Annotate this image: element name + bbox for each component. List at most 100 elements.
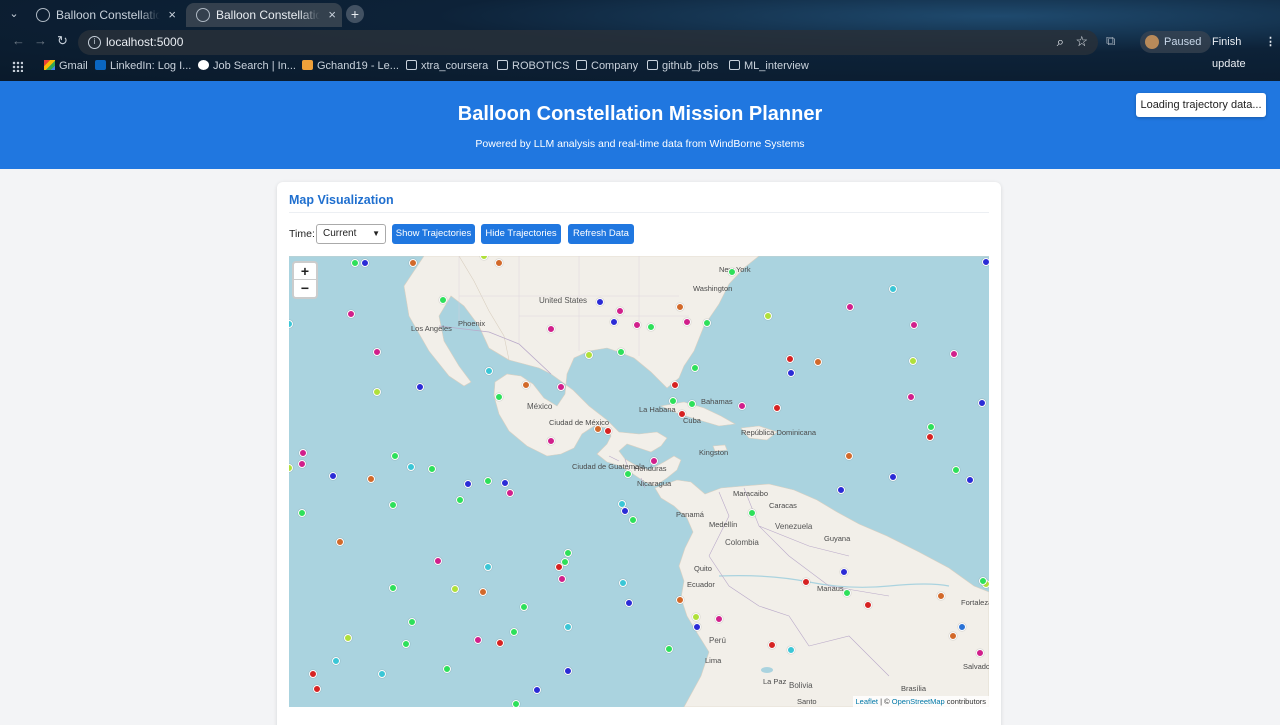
- balloon-marker[interactable]: [407, 463, 415, 471]
- time-select[interactable]: Current ▼: [316, 224, 386, 244]
- site-info-icon[interactable]: i: [88, 36, 101, 49]
- zoom-in-button[interactable]: +: [294, 263, 316, 280]
- balloon-marker[interactable]: [533, 686, 541, 694]
- balloon-marker[interactable]: [298, 509, 306, 517]
- balloon-marker[interactable]: [669, 397, 677, 405]
- balloon-marker[interactable]: [456, 496, 464, 504]
- balloon-marker[interactable]: [555, 563, 563, 571]
- balloon-marker[interactable]: [564, 549, 572, 557]
- balloon-marker[interactable]: [840, 568, 848, 576]
- balloon-marker[interactable]: [617, 348, 625, 356]
- balloon-marker[interactable]: [464, 480, 472, 488]
- balloon-marker[interactable]: [647, 323, 655, 331]
- balloon-marker[interactable]: [678, 410, 686, 418]
- balloon-marker[interactable]: [768, 641, 776, 649]
- balloon-marker[interactable]: [764, 312, 772, 320]
- extensions-icon[interactable]: ⧉: [1106, 33, 1115, 49]
- balloon-marker[interactable]: [683, 318, 691, 326]
- bookmark-folder-robotics[interactable]: ROBOTICS: [497, 60, 569, 72]
- balloon-marker[interactable]: [506, 489, 514, 497]
- balloon-marker[interactable]: [814, 358, 822, 366]
- balloon-marker[interactable]: [373, 388, 381, 396]
- bookmark-job-search[interactable]: Job Search | In...: [198, 60, 296, 72]
- balloon-marker[interactable]: [703, 319, 711, 327]
- balloon-marker[interactable]: [367, 475, 375, 483]
- balloon-marker[interactable]: [802, 578, 810, 586]
- balloon-marker[interactable]: [665, 645, 673, 653]
- balloon-marker[interactable]: [479, 588, 487, 596]
- bookmark-star-icon[interactable]: ☆: [1075, 33, 1088, 50]
- balloon-marker[interactable]: [512, 700, 520, 707]
- bookmark-linkedin[interactable]: LinkedIn: Log I...: [95, 60, 191, 72]
- balloon-marker[interactable]: [624, 470, 632, 478]
- balloon-marker[interactable]: [329, 472, 337, 480]
- balloon-marker[interactable]: [952, 466, 960, 474]
- balloon-marker[interactable]: [373, 348, 381, 356]
- balloon-marker[interactable]: [843, 589, 851, 597]
- balloon-marker[interactable]: [485, 367, 493, 375]
- close-tab-icon[interactable]: ×: [168, 3, 176, 27]
- balloon-marker[interactable]: [787, 646, 795, 654]
- balloon-marker[interactable]: [299, 449, 307, 457]
- balloon-marker[interactable]: [616, 307, 624, 315]
- balloon-marker[interactable]: [389, 584, 397, 592]
- balloon-marker[interactable]: [909, 357, 917, 365]
- zoom-icon[interactable]: ⌕: [1057, 34, 1064, 50]
- balloon-marker[interactable]: [907, 393, 915, 401]
- balloon-marker[interactable]: [558, 575, 566, 583]
- bookmark-folder-github-jobs[interactable]: github_jobs: [647, 60, 718, 72]
- balloon-marker[interactable]: [416, 383, 424, 391]
- browser-menu-icon[interactable]: ⋮: [1265, 31, 1276, 53]
- balloon-marker[interactable]: [889, 473, 897, 481]
- bookmark-gmail[interactable]: Gmail: [44, 60, 88, 72]
- balloon-marker[interactable]: [676, 596, 684, 604]
- balloon-marker[interactable]: [408, 618, 416, 626]
- browser-tab-2[interactable]: Balloon Constellation Mission Planner ×: [186, 3, 342, 27]
- balloon-marker[interactable]: [585, 351, 593, 359]
- balloon-marker[interactable]: [409, 259, 417, 267]
- balloon-marker[interactable]: [309, 670, 317, 678]
- balloon-marker[interactable]: [715, 615, 723, 623]
- balloon-marker[interactable]: [927, 423, 935, 431]
- balloon-marker[interactable]: [564, 667, 572, 675]
- balloon-marker[interactable]: [979, 577, 987, 585]
- balloon-marker[interactable]: [596, 298, 604, 306]
- balloon-marker[interactable]: [671, 381, 679, 389]
- balloon-marker[interactable]: [926, 433, 934, 441]
- balloon-marker[interactable]: [298, 460, 306, 468]
- balloon-marker[interactable]: [982, 258, 989, 266]
- balloon-marker[interactable]: [484, 563, 492, 571]
- leaflet-link[interactable]: Leaflet: [856, 697, 879, 706]
- balloon-marker[interactable]: [428, 465, 436, 473]
- balloon-marker[interactable]: [688, 400, 696, 408]
- balloon-marker[interactable]: [332, 657, 340, 665]
- refresh-data-button[interactable]: Refresh Data: [568, 224, 634, 244]
- balloon-marker[interactable]: [496, 639, 504, 647]
- balloon-marker[interactable]: [738, 402, 746, 410]
- balloon-marker[interactable]: [837, 486, 845, 494]
- balloon-marker[interactable]: [610, 318, 618, 326]
- balloon-marker[interactable]: [378, 670, 386, 678]
- balloon-marker[interactable]: [787, 369, 795, 377]
- balloon-marker[interactable]: [604, 427, 612, 435]
- balloon-marker[interactable]: [391, 452, 399, 460]
- profile-button[interactable]: Paused: [1140, 31, 1212, 53]
- balloon-marker[interactable]: [691, 364, 699, 372]
- bookmark-folder-ml-interview[interactable]: ML_interview: [729, 60, 809, 72]
- balloon-marker[interactable]: [557, 383, 565, 391]
- balloon-marker[interactable]: [625, 599, 633, 607]
- balloon-marker[interactable]: [336, 538, 344, 546]
- balloon-marker[interactable]: [949, 632, 957, 640]
- balloon-marker[interactable]: [966, 476, 974, 484]
- osm-link[interactable]: OpenStreetMap: [892, 697, 945, 706]
- balloon-marker[interactable]: [786, 355, 794, 363]
- balloon-marker[interactable]: [773, 404, 781, 412]
- balloon-marker[interactable]: [950, 350, 958, 358]
- balloon-marker[interactable]: [495, 393, 503, 401]
- balloon-marker[interactable]: [937, 592, 945, 600]
- balloon-marker[interactable]: [594, 425, 602, 433]
- balloon-marker[interactable]: [976, 649, 984, 657]
- back-icon[interactable]: ←: [12, 33, 25, 48]
- balloon-marker[interactable]: [633, 321, 641, 329]
- balloon-marker[interactable]: [351, 259, 359, 267]
